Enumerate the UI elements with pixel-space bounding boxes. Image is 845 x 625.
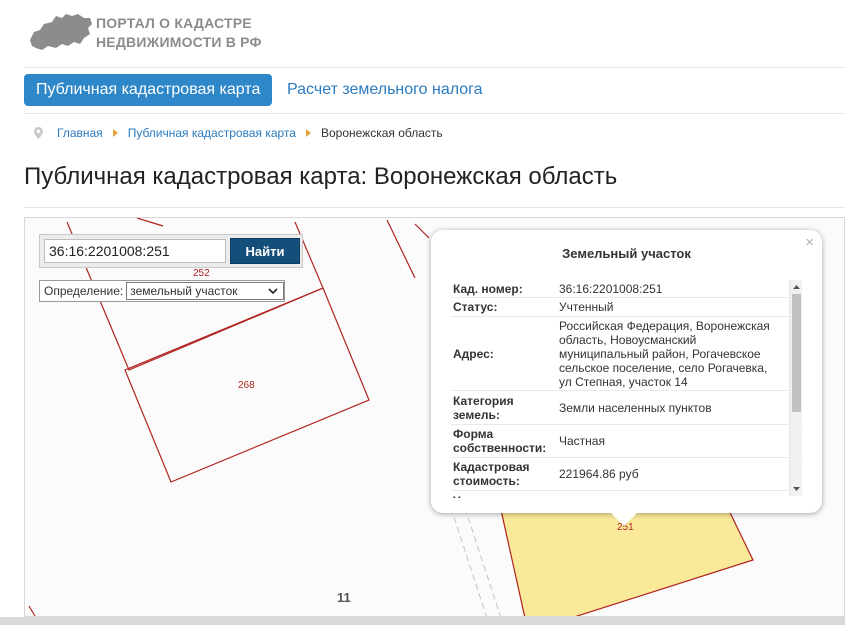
cadastral-number-input[interactable] (44, 239, 226, 263)
property-value: Земли населенных пунктов (559, 400, 712, 415)
russia-map-icon[interactable] (26, 10, 94, 56)
property-key: Категория земель: (453, 393, 514, 422)
find-button[interactable]: Найти (230, 238, 300, 264)
parcel-boundary (28, 605, 36, 616)
parcel-label-268: 268 (238, 380, 255, 391)
property-row: Статус: Учтенный (451, 298, 803, 317)
tab-cadastral-map[interactable]: Публичная кадастровая карта (24, 74, 273, 106)
location-pin-icon (34, 127, 43, 139)
breadcrumb: Главная Публичная кадастровая карта Воро… (34, 124, 443, 142)
popup-scrollbar[interactable] (789, 280, 802, 496)
scrollbar-thumb[interactable] (792, 294, 801, 412)
property-value: Российская Федерация, Воронежская област… (559, 318, 770, 389)
property-row: Форма собственности: Частная (451, 425, 803, 458)
brand-line-2: НЕДВИЖИМОСТИ В РФ (96, 34, 262, 50)
parcel-boundary (386, 219, 416, 279)
property-key: Кадастровая стоимость: (453, 460, 530, 488)
nav-divider (24, 113, 845, 114)
property-value: Частная (559, 434, 605, 448)
parcel-info-popup: × Земельный участок Кад. номер: 36:16:22… (431, 230, 822, 513)
parcel-boundary (414, 223, 430, 239)
search-panel: Найти (39, 234, 303, 268)
property-value: Учтенный (559, 300, 614, 314)
property-row: Категория земель: Земли населенных пункт… (451, 391, 803, 425)
portal-brand[interactable]: ПОРТАЛ О КАДАСТРЕ НЕДВИЖИМОСТИ В РФ (96, 14, 262, 52)
definition-select[interactable]: земельный участок (126, 282, 285, 300)
property-value: 36:16:2201008:251 (559, 281, 663, 296)
property-key: Уточненная (451, 491, 555, 499)
page-title: Публичная кадастровая карта: Воронежская… (24, 163, 618, 190)
definition-label: Определение: (44, 284, 124, 298)
brand-line-1: ПОРТАЛ О КАДАСТРЕ (96, 15, 252, 31)
road-edge (464, 507, 501, 616)
parcel-label-252: 252 (193, 268, 210, 279)
tab-land-tax[interactable]: Расчет земельного налога (287, 74, 483, 106)
title-divider (24, 207, 845, 208)
breadcrumb-cadastral-map[interactable]: Публичная кадастровая карта (128, 124, 296, 142)
breadcrumb-home[interactable]: Главная (57, 124, 103, 142)
breadcrumb-arrow-icon (112, 129, 118, 137)
road-edge (450, 507, 487, 616)
property-row: Кадастровая стоимость: 221964.86 руб (451, 458, 803, 491)
popup-title: Земельный участок (562, 246, 691, 261)
breadcrumb-arrow-icon (305, 129, 311, 137)
scroll-up-icon[interactable] (792, 282, 801, 292)
property-value (555, 491, 781, 498)
page-horizontal-scrollbar[interactable] (0, 617, 845, 625)
property-key: Кад. номер: (453, 281, 523, 296)
definition-value: земельный участок (130, 284, 238, 298)
property-key: Статус: (453, 300, 498, 314)
property-row: Адрес: Российская Федерация, Воронежская… (451, 317, 803, 391)
header-divider (24, 67, 845, 68)
property-value: 221964.86 руб (559, 467, 639, 481)
page: ПОРТАЛ О КАДАСТРЕ НЕДВИЖИМОСТИ В РФ Публ… (0, 0, 845, 625)
scroll-down-icon[interactable] (792, 484, 801, 494)
popup-pointer (610, 512, 638, 526)
property-key: Адрес: (453, 346, 494, 361)
block-label: 11 (337, 590, 351, 605)
property-row: Уточненная (451, 491, 803, 499)
chevron-down-icon (268, 288, 278, 295)
property-row: Кад. номер: 36:16:2201008:251 (451, 280, 803, 298)
breadcrumb-current: Воронежская область (320, 126, 443, 140)
definition-selector: Определение: земельный участок (39, 280, 286, 302)
parcel-properties: Кад. номер: 36:16:2201008:251 Статус: Уч… (451, 280, 803, 498)
property-key: Форма собственности: (453, 427, 547, 455)
parcel-boundary (136, 218, 164, 227)
